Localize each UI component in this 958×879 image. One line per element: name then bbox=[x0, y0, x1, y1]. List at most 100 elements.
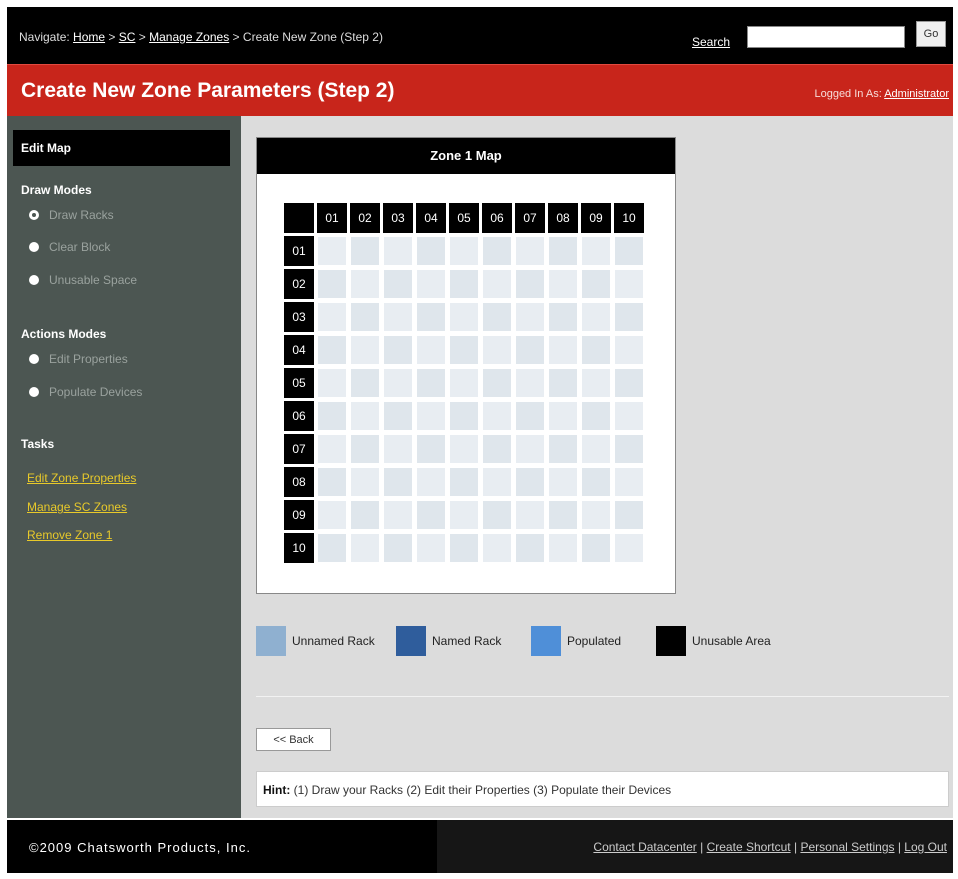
create-shortcut-link[interactable]: Create Shortcut bbox=[707, 840, 791, 854]
map-cell[interactable] bbox=[317, 434, 347, 464]
map-cell[interactable] bbox=[383, 467, 413, 497]
breadcrumb-manage-zones-link[interactable]: Manage Zones bbox=[149, 30, 229, 44]
map-cell[interactable] bbox=[416, 269, 446, 299]
map-cell[interactable] bbox=[317, 401, 347, 431]
map-cell[interactable] bbox=[383, 302, 413, 332]
map-cell[interactable] bbox=[350, 533, 380, 563]
map-cell[interactable] bbox=[317, 302, 347, 332]
map-cell[interactable] bbox=[581, 269, 611, 299]
map-cell[interactable] bbox=[581, 434, 611, 464]
map-cell[interactable] bbox=[614, 401, 644, 431]
back-button[interactable]: << Back bbox=[256, 728, 331, 751]
map-cell[interactable] bbox=[449, 302, 479, 332]
map-cell[interactable] bbox=[449, 467, 479, 497]
map-cell[interactable] bbox=[383, 500, 413, 530]
map-cell[interactable] bbox=[581, 467, 611, 497]
radio-clear-block[interactable]: Clear Block bbox=[29, 240, 110, 254]
map-cell[interactable] bbox=[515, 269, 545, 299]
map-cell[interactable] bbox=[614, 302, 644, 332]
map-cell[interactable] bbox=[614, 368, 644, 398]
map-cell[interactable] bbox=[350, 236, 380, 266]
map-cell[interactable] bbox=[548, 302, 578, 332]
map-cell[interactable] bbox=[416, 335, 446, 365]
map-cell[interactable] bbox=[614, 500, 644, 530]
map-cell[interactable] bbox=[449, 368, 479, 398]
map-cell[interactable] bbox=[416, 533, 446, 563]
map-cell[interactable] bbox=[581, 302, 611, 332]
map-cell[interactable] bbox=[449, 335, 479, 365]
map-cell[interactable] bbox=[416, 434, 446, 464]
map-cell[interactable] bbox=[317, 533, 347, 563]
map-cell[interactable] bbox=[482, 236, 512, 266]
map-cell[interactable] bbox=[416, 467, 446, 497]
map-cell[interactable] bbox=[515, 401, 545, 431]
personal-settings-link[interactable]: Personal Settings bbox=[800, 840, 894, 854]
task-edit-zone-properties-link[interactable]: Edit Zone Properties bbox=[27, 471, 136, 485]
log-out-link[interactable]: Log Out bbox=[904, 840, 947, 854]
map-cell[interactable] bbox=[581, 236, 611, 266]
radio-draw-racks[interactable]: Draw Racks bbox=[29, 208, 114, 222]
map-cell[interactable] bbox=[317, 467, 347, 497]
map-cell[interactable] bbox=[515, 368, 545, 398]
map-cell[interactable] bbox=[614, 533, 644, 563]
map-cell[interactable] bbox=[482, 335, 512, 365]
map-cell[interactable] bbox=[317, 335, 347, 365]
map-cell[interactable] bbox=[317, 236, 347, 266]
map-cell[interactable] bbox=[383, 533, 413, 563]
map-cell[interactable] bbox=[350, 368, 380, 398]
radio-edit-properties[interactable]: Edit Properties bbox=[29, 352, 128, 366]
map-cell[interactable] bbox=[350, 269, 380, 299]
map-cell[interactable] bbox=[515, 302, 545, 332]
map-cell[interactable] bbox=[449, 401, 479, 431]
map-cell[interactable] bbox=[482, 467, 512, 497]
contact-datacenter-link[interactable]: Contact Datacenter bbox=[593, 840, 696, 854]
map-cell[interactable] bbox=[383, 434, 413, 464]
map-cell[interactable] bbox=[515, 434, 545, 464]
map-cell[interactable] bbox=[614, 434, 644, 464]
map-cell[interactable] bbox=[581, 500, 611, 530]
map-cell[interactable] bbox=[614, 236, 644, 266]
radio-unusable-space[interactable]: Unusable Space bbox=[29, 273, 137, 287]
map-cell[interactable] bbox=[350, 335, 380, 365]
map-cell[interactable] bbox=[350, 302, 380, 332]
map-cell[interactable] bbox=[482, 302, 512, 332]
map-cell[interactable] bbox=[614, 269, 644, 299]
map-cell[interactable] bbox=[350, 434, 380, 464]
map-cell[interactable] bbox=[614, 335, 644, 365]
search-input[interactable] bbox=[747, 26, 905, 48]
map-cell[interactable] bbox=[614, 467, 644, 497]
map-cell[interactable] bbox=[350, 401, 380, 431]
search-link[interactable]: Search bbox=[692, 35, 730, 49]
map-cell[interactable] bbox=[548, 335, 578, 365]
map-cell[interactable] bbox=[416, 302, 446, 332]
map-cell[interactable] bbox=[416, 401, 446, 431]
map-cell[interactable] bbox=[581, 533, 611, 563]
breadcrumb-home-link[interactable]: Home bbox=[73, 30, 105, 44]
map-cell[interactable] bbox=[548, 434, 578, 464]
map-cell[interactable] bbox=[449, 269, 479, 299]
map-cell[interactable] bbox=[515, 533, 545, 563]
map-cell[interactable] bbox=[548, 401, 578, 431]
map-cell[interactable] bbox=[449, 533, 479, 563]
map-cell[interactable] bbox=[548, 236, 578, 266]
map-cell[interactable] bbox=[350, 467, 380, 497]
map-cell[interactable] bbox=[482, 500, 512, 530]
map-cell[interactable] bbox=[515, 335, 545, 365]
map-cell[interactable] bbox=[515, 236, 545, 266]
map-cell[interactable] bbox=[482, 368, 512, 398]
task-remove-zone-link[interactable]: Remove Zone 1 bbox=[27, 528, 112, 542]
map-cell[interactable] bbox=[548, 467, 578, 497]
map-cell[interactable] bbox=[515, 467, 545, 497]
map-cell[interactable] bbox=[581, 368, 611, 398]
radio-populate-devices[interactable]: Populate Devices bbox=[29, 385, 142, 399]
map-cell[interactable] bbox=[515, 500, 545, 530]
user-link[interactable]: Administrator bbox=[884, 88, 949, 100]
map-cell[interactable] bbox=[350, 500, 380, 530]
map-cell[interactable] bbox=[383, 401, 413, 431]
map-cell[interactable] bbox=[383, 269, 413, 299]
map-cell[interactable] bbox=[482, 434, 512, 464]
map-cell[interactable] bbox=[449, 236, 479, 266]
map-cell[interactable] bbox=[383, 368, 413, 398]
map-cell[interactable] bbox=[581, 335, 611, 365]
map-cell[interactable] bbox=[416, 236, 446, 266]
